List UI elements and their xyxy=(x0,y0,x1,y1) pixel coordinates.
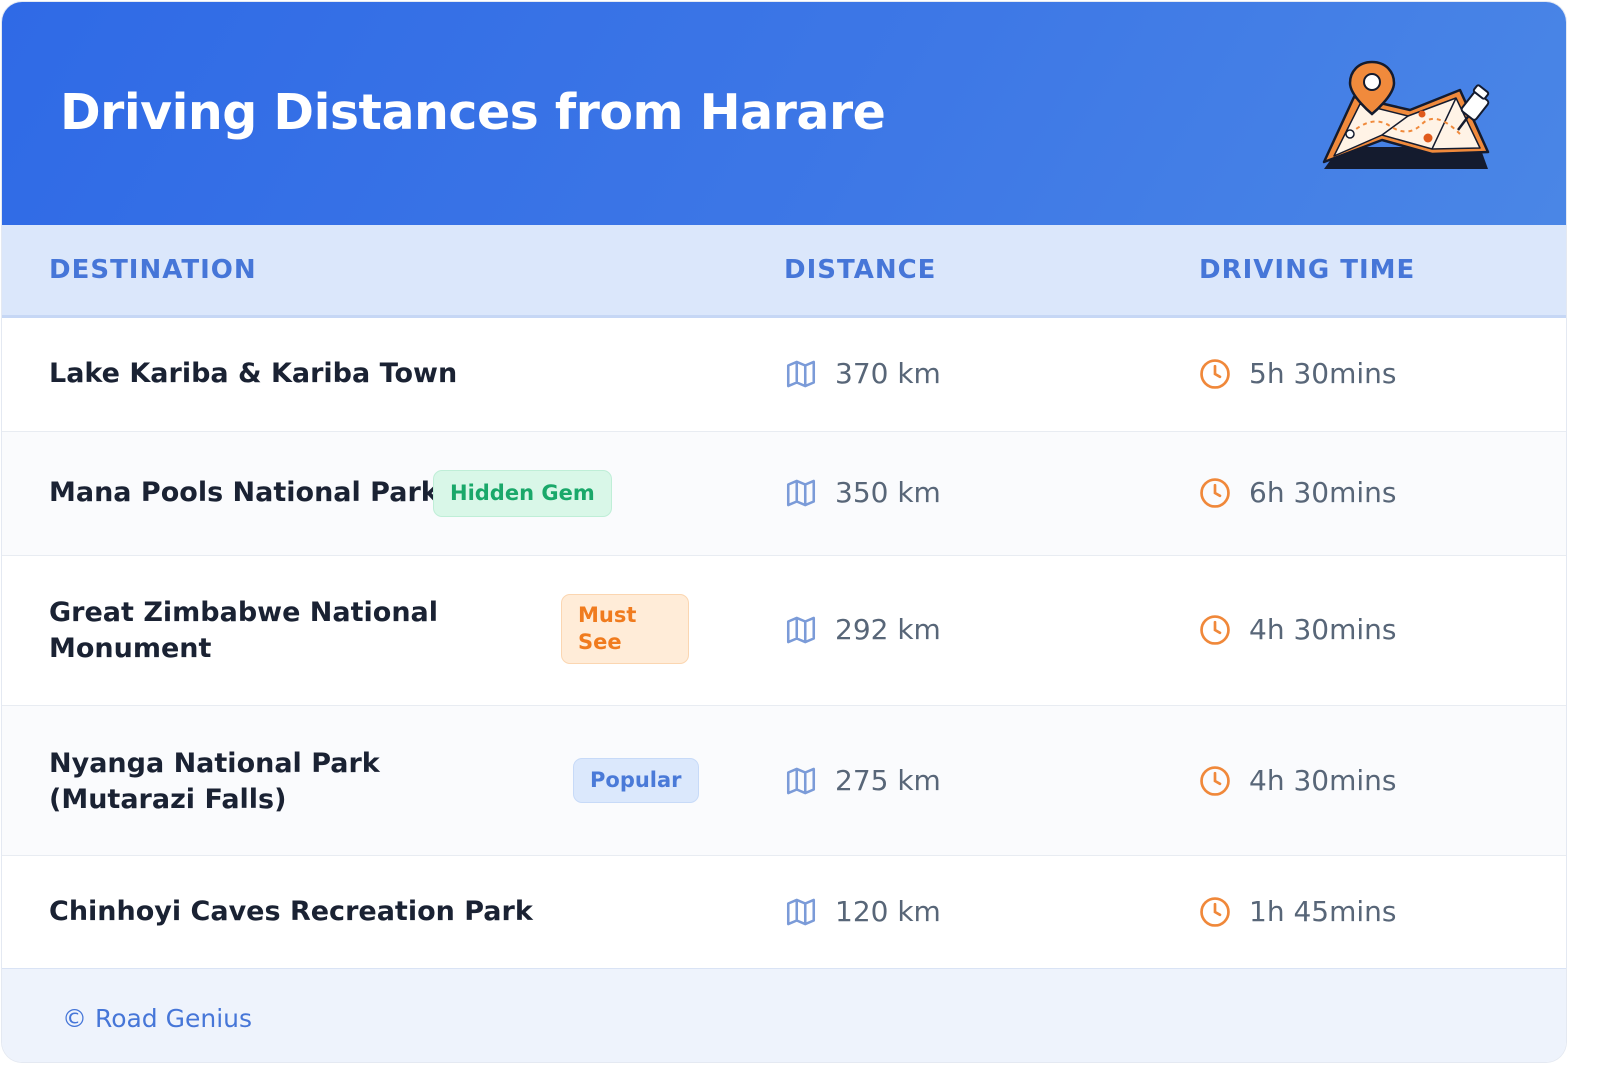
map-icon xyxy=(786,479,816,507)
map-icon xyxy=(786,898,816,926)
driving-time-value: 6h 30mins xyxy=(1249,476,1397,509)
distance-value: 292 km xyxy=(835,613,941,646)
destination-name: Mana Pools National Park xyxy=(49,477,439,508)
table-row: Chinhoyi Caves Recreation Park 120 km 1h… xyxy=(2,856,1566,968)
clock-icon xyxy=(1200,766,1230,796)
column-header-distance: DISTANCE xyxy=(784,255,937,285)
map-icon xyxy=(786,360,816,388)
map-with-pin-icon xyxy=(1322,60,1490,169)
table-row: Lake Kariba & Kariba Town 370 km 5h 30mi… xyxy=(2,318,1566,432)
destination-name: Lake Kariba & Kariba Town xyxy=(49,358,458,389)
destination-name: Chinhoyi Caves Recreation Park xyxy=(49,896,533,927)
page-title: Driving Distances from Harare xyxy=(60,84,886,141)
driving-time-value: 4h 30mins xyxy=(1249,613,1397,646)
copyright-credit: © Road Genius xyxy=(62,1004,253,1033)
hidden-gem-badge: Hidden Gem xyxy=(433,470,612,517)
distance-value: 370 km xyxy=(835,357,941,390)
clock-icon xyxy=(1200,478,1230,508)
driving-time-value: 5h 30mins xyxy=(1249,357,1397,390)
table-row: Mana Pools National Park Hidden Gem 350 … xyxy=(2,432,1566,556)
card-footer: © Road Genius xyxy=(2,968,1566,1062)
table-row: Nyanga National Park (Mutarazi Falls) Po… xyxy=(2,706,1566,856)
clock-icon xyxy=(1200,897,1230,927)
destination-name: Great Zimbabwe National Monument xyxy=(49,597,439,664)
distance-value: 120 km xyxy=(835,895,941,928)
destination-name: Nyanga National Park (Mutarazi Falls) xyxy=(49,748,380,815)
map-icon xyxy=(786,767,816,795)
card-header: Driving Distances from Harare xyxy=(2,2,1566,225)
distance-card: Driving Distances from Harare DESTINATIO… xyxy=(2,2,1566,1062)
popular-badge: Popular xyxy=(573,758,699,803)
clock-icon xyxy=(1200,359,1230,389)
driving-time-value: 4h 30mins xyxy=(1249,764,1397,797)
must-see-badge: Must See xyxy=(561,594,689,664)
distance-value: 350 km xyxy=(835,476,941,509)
table-header: DESTINATION DISTANCE DRIVING TIME xyxy=(2,225,1566,318)
driving-time-value: 1h 45mins xyxy=(1249,895,1397,928)
clock-icon xyxy=(1200,615,1230,645)
map-icon xyxy=(786,616,816,644)
column-header-destination: DESTINATION xyxy=(49,255,257,285)
column-header-driving-time: DRIVING TIME xyxy=(1199,255,1416,285)
distance-value: 275 km xyxy=(835,764,941,797)
table-row: Great Zimbabwe National Monument Must Se… xyxy=(2,556,1566,706)
